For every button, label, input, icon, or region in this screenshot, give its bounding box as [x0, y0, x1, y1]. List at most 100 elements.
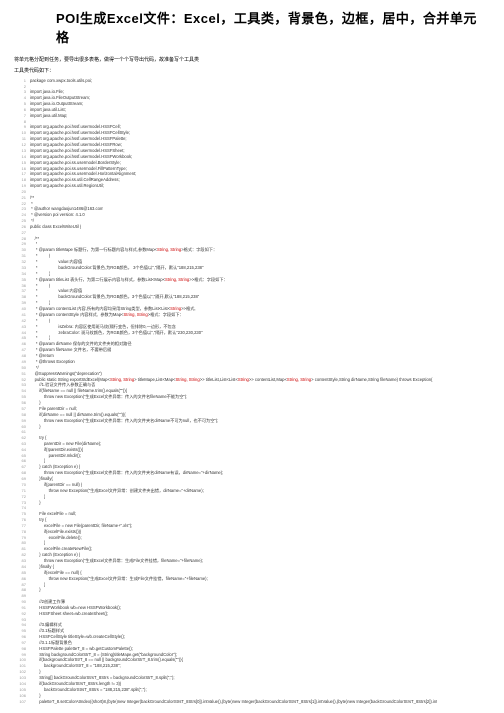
line-number: 42	[14, 318, 26, 324]
line-number: 34	[14, 271, 26, 277]
line-number: 49	[14, 359, 26, 365]
line-number: 96	[14, 634, 26, 640]
line-number: 73	[14, 500, 26, 506]
line-number: 17	[14, 171, 26, 177]
code-text: throw new Exception("生成Excel文件异常：生成File文…	[30, 558, 203, 564]
line-number: 35	[14, 277, 26, 283]
line-number: 98	[14, 646, 26, 652]
code-text: backGroundColorStrsT_8Strs = "188,215,23…	[30, 687, 147, 693]
code-text: paletteT_8.setColorAtIndex((short)8,(byt…	[30, 699, 437, 705]
line-number: 54	[14, 388, 26, 394]
line-number: 105	[14, 687, 26, 693]
line-number: 33	[14, 265, 26, 271]
line-number: 32	[14, 259, 26, 265]
line-number: 67	[14, 464, 26, 470]
line-number: 68	[14, 470, 26, 476]
code-text: * backGroundColor:背景色,为RGB颜色， 3个色值以","隔开…	[30, 265, 204, 271]
line-number: 75	[14, 511, 26, 517]
line-number: 104	[14, 681, 26, 687]
code-text: throw new Exception("生成Excel文件异常：传入的文件夹名…	[30, 418, 218, 424]
line-number: 18	[14, 177, 26, 183]
code-text: throw new Exception("生成Excel文件异常：生成File文…	[30, 576, 208, 582]
line-number: 44	[14, 330, 26, 336]
code-text: }	[30, 587, 41, 593]
code-text: throw new Exception("生成Excel文件异常：传入的文件夹名…	[30, 470, 223, 476]
code-text: package com.xwpx.tools.utils.poi;	[30, 78, 92, 84]
line-number: 21	[14, 195, 26, 201]
line-number: 97	[14, 640, 26, 646]
line-number: 107	[14, 699, 26, 705]
line-number: 70	[14, 482, 26, 488]
line-number: 41	[14, 312, 26, 318]
line-number: 82	[14, 552, 26, 558]
code-text: throw new Exception("生成Excel文件异常：创建文件夹出错…	[30, 488, 204, 494]
line-number: 99	[14, 652, 26, 658]
line-number: 95	[14, 628, 26, 634]
code-text: HSSFSheet sheet=wb.createSheet();	[30, 611, 108, 617]
line-number: 6	[14, 107, 26, 113]
line-number: 84	[14, 564, 26, 570]
line-number: 71	[14, 488, 26, 494]
line-number: 59	[14, 418, 26, 424]
line-number: 65	[14, 453, 26, 459]
line-number: 69	[14, 476, 26, 482]
line-number: 90	[14, 599, 26, 605]
line-number: 3	[14, 89, 26, 95]
line-number: 23	[14, 206, 26, 212]
line-number: 5	[14, 101, 26, 107]
line-number: 15	[14, 160, 26, 166]
line-number: 50	[14, 365, 26, 371]
line-number: 48	[14, 353, 26, 359]
line-number: 11	[14, 136, 26, 142]
line-number: 47	[14, 347, 26, 353]
line-number: 79	[14, 535, 26, 541]
line-number: 13	[14, 148, 26, 154]
line-number: 78	[14, 529, 26, 535]
line-number: 57	[14, 406, 26, 412]
code-text: import java.util.Map;	[30, 113, 67, 119]
line-number: 100	[14, 657, 26, 663]
code-text: }	[30, 500, 41, 506]
line-number: 51	[14, 371, 26, 377]
line-number: 37	[14, 288, 26, 294]
line-number: 31	[14, 253, 26, 259]
line-number: 43	[14, 324, 26, 330]
line-number: 72	[14, 494, 26, 500]
line-number: 101	[14, 663, 26, 669]
line-number: 87	[14, 582, 26, 588]
line-number: 66	[14, 458, 26, 464]
line-number: 38	[14, 294, 26, 300]
line-number: 30	[14, 247, 26, 253]
line-number: 62	[14, 435, 26, 441]
code-text: * @param contentStyle 内容样式, 参数为Map<Strin…	[30, 312, 184, 318]
line-number: 55	[14, 394, 26, 400]
line-number: 7	[14, 113, 26, 119]
code-line: 107 paletteT_8.setColorAtIndex((short)8,…	[14, 699, 490, 705]
code-text: backgroundColorStrT_8 = "188,215,238";	[30, 663, 121, 669]
line-number: 58	[14, 412, 26, 418]
line-number: 64	[14, 447, 26, 453]
code-text: public class ExcelWriteUtil {	[30, 224, 81, 230]
code-text: }	[30, 424, 41, 430]
code-text: * zebraColor: 斑马纹颜色，为RGB颜色，3个色值以","隔开，默认…	[30, 330, 203, 336]
code-text: import org.apache.poi.ss.util.RegionUtil…	[30, 183, 104, 189]
line-number: 56	[14, 400, 26, 406]
line-number: 24	[14, 212, 26, 218]
line-number: 22	[14, 201, 26, 207]
code-text: * @version poi version: 4.1.0	[30, 212, 85, 218]
intro-paragraph-1: 将单元格分配到任务，要导出很多表格，做得一个个写导出代码，故准备写个工具类	[14, 56, 490, 63]
line-number: 25	[14, 218, 26, 224]
code-block: 1 package com.xwpx.tools.utils.poi; 23 impo…	[14, 78, 490, 704]
line-number: 94	[14, 622, 26, 628]
line-number: 86	[14, 576, 26, 582]
line-number: 83	[14, 558, 26, 564]
code-text: * @param titleList 表头行，为第二行展示内容与样式，参数Lis…	[30, 277, 228, 283]
line-number: 91	[14, 605, 26, 611]
code-text: * backGroundColor:背景色,为RGB颜色，3个色值以","隔开,…	[30, 294, 199, 300]
line-number: 29	[14, 241, 26, 247]
line-number: 1	[14, 78, 26, 84]
line-number: 60	[14, 424, 26, 430]
line-number: 12	[14, 142, 26, 148]
line-number: 40	[14, 306, 26, 312]
line-number: 4	[14, 95, 26, 101]
